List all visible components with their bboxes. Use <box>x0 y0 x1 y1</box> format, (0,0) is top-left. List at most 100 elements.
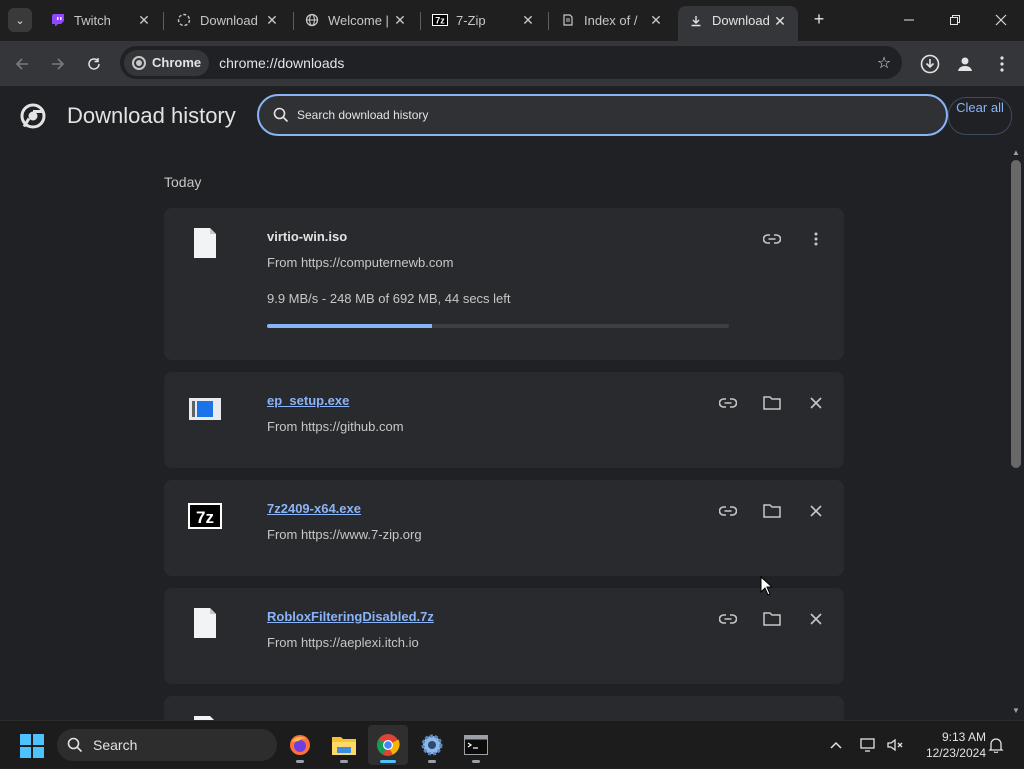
tab-separator <box>548 12 549 30</box>
close-icon[interactable]: ✕ <box>520 12 536 29</box>
more-actions-button[interactable] <box>803 226 829 252</box>
scroll-up-arrow-icon[interactable]: ▲ <box>1012 148 1020 157</box>
folder-icon <box>763 504 781 518</box>
svg-text:7z: 7z <box>196 508 214 527</box>
copy-link-button[interactable] <box>715 390 741 416</box>
show-in-folder-button[interactable] <box>759 390 785 416</box>
chrome-icon <box>132 55 146 70</box>
file-name-link[interactable]: 7z2409-x64.exe <box>267 501 361 516</box>
tab-label: 7-Zip <box>456 12 486 28</box>
close-icon[interactable]: ✕ <box>264 12 280 29</box>
tab-strip: ⌄ Twitch ✕ Download ✕ Welcome | ✕ 7z 7-Z… <box>0 0 1024 41</box>
search-box[interactable] <box>257 94 948 136</box>
close-icon <box>995 14 1007 26</box>
scroll-down-arrow-icon[interactable]: ▼ <box>1012 706 1020 715</box>
tab-label: Download <box>712 13 770 28</box>
minimize-button[interactable] <box>886 0 932 40</box>
taskbar-app-terminal[interactable] <box>456 725 496 765</box>
file-name-link[interactable]: RobloxFilteringDisabled.7z <box>267 609 434 624</box>
file-name: virtio-win.iso <box>267 229 348 244</box>
tray-network-button[interactable] <box>860 721 878 769</box>
tab-separator <box>420 12 421 30</box>
taskbar-app-settings[interactable] <box>412 725 452 765</box>
windows-taskbar: Search 9:13 AM 12/23/2024 <box>0 720 1024 768</box>
tab-twitch[interactable]: Twitch ✕ <box>40 6 162 34</box>
remove-button[interactable] <box>803 606 829 632</box>
file-icon <box>194 228 216 258</box>
download-circle-icon <box>920 54 940 74</box>
menu-button[interactable] <box>988 50 1016 78</box>
tray-overflow-button[interactable] <box>830 721 842 769</box>
twitch-icon <box>50 12 66 28</box>
file-name-link[interactable]: ep_setup.exe <box>267 393 349 408</box>
scrollbar-thumb[interactable] <box>1011 160 1021 468</box>
tab-search-button[interactable]: ⌄ <box>8 8 32 32</box>
settings-gear-icon <box>421 734 443 756</box>
remove-button[interactable] <box>803 390 829 416</box>
url-text[interactable]: chrome://downloads <box>219 55 866 71</box>
copy-link-button[interactable] <box>715 498 741 524</box>
copy-link-button[interactable] <box>759 226 785 252</box>
reload-icon <box>88 58 100 70</box>
reload-button[interactable] <box>80 50 108 78</box>
link-icon <box>719 614 737 624</box>
taskbar-app-firefox[interactable] <box>280 725 320 765</box>
restore-button[interactable] <box>932 0 978 40</box>
tab-download-loading[interactable]: Download ✕ <box>166 6 290 34</box>
chrome-logo-icon <box>20 103 46 129</box>
clock-date: 12/23/2024 <box>925 746 986 760</box>
chrome-icon <box>377 734 400 756</box>
downloads-header: Download history Clear all <box>0 86 1024 144</box>
copy-link-button[interactable] <box>715 606 741 632</box>
forward-button[interactable] <box>44 50 72 78</box>
windows-start-icon[interactable] <box>20 734 44 758</box>
remove-button[interactable] <box>803 498 829 524</box>
file-source: From https://github.com <box>267 419 404 434</box>
clear-all-button[interactable]: Clear all <box>948 97 1012 135</box>
running-indicator <box>380 760 396 763</box>
download-status: 9.9 MB/s - 248 MB of 692 MB, 44 secs lef… <box>267 291 511 306</box>
downloads-button[interactable] <box>916 50 944 78</box>
tray-volume-button[interactable] <box>886 721 904 769</box>
progress-fill <box>267 324 433 328</box>
close-icon[interactable]: ✕ <box>648 12 664 29</box>
link-icon <box>763 234 781 244</box>
taskbar-app-file-explorer[interactable] <box>324 725 364 765</box>
downloads-list: Today virtio-win.iso From https://comput… <box>0 144 1008 720</box>
search-input[interactable] <box>297 108 897 122</box>
close-window-button[interactable] <box>978 0 1024 40</box>
close-icon <box>810 505 822 517</box>
site-info-chip[interactable]: Chrome <box>124 49 210 76</box>
close-icon[interactable]: ✕ <box>136 12 152 29</box>
address-bar[interactable]: Chrome chrome://downloads ☆ <box>120 46 902 79</box>
download-item: RobloxFilteringDisabled.7z From https://… <box>164 588 844 684</box>
search-icon <box>273 107 289 123</box>
firefox-icon <box>290 735 310 755</box>
network-icon <box>860 738 875 752</box>
back-button[interactable] <box>8 50 36 78</box>
globe-icon <box>304 12 320 28</box>
close-icon[interactable]: ✕ <box>392 12 408 29</box>
show-in-folder-button[interactable] <box>759 606 785 632</box>
new-tab-button[interactable]: + <box>808 8 830 32</box>
tab-7zip[interactable]: 7z 7-Zip ✕ <box>422 6 546 34</box>
taskbar-search[interactable]: Search <box>57 729 277 761</box>
profile-button[interactable] <box>951 50 979 78</box>
system-clock[interactable]: 9:13 AM 12/23/2024 <box>914 729 986 761</box>
close-icon <box>810 397 822 409</box>
notifications-button[interactable] <box>988 721 1004 769</box>
tab-index-of[interactable]: Index of / ✕ <box>550 6 674 34</box>
folder-icon <box>763 612 781 626</box>
tab-welcome[interactable]: Welcome | ✕ <box>294 6 418 34</box>
show-in-folder-button[interactable] <box>759 498 785 524</box>
scrollbar[interactable]: ▲ ▼ <box>1008 144 1024 720</box>
restore-icon <box>950 15 960 25</box>
installer-icon <box>189 398 221 420</box>
bookmark-star-icon[interactable]: ☆ <box>866 53 902 73</box>
close-icon[interactable]: ✕ <box>772 13 788 30</box>
tab-separator <box>163 12 164 30</box>
tab-downloads-active[interactable]: Download ✕ <box>678 6 798 41</box>
more-vert-icon <box>1000 56 1004 72</box>
taskbar-app-chrome[interactable] <box>368 725 408 765</box>
chevron-up-icon <box>830 741 842 749</box>
